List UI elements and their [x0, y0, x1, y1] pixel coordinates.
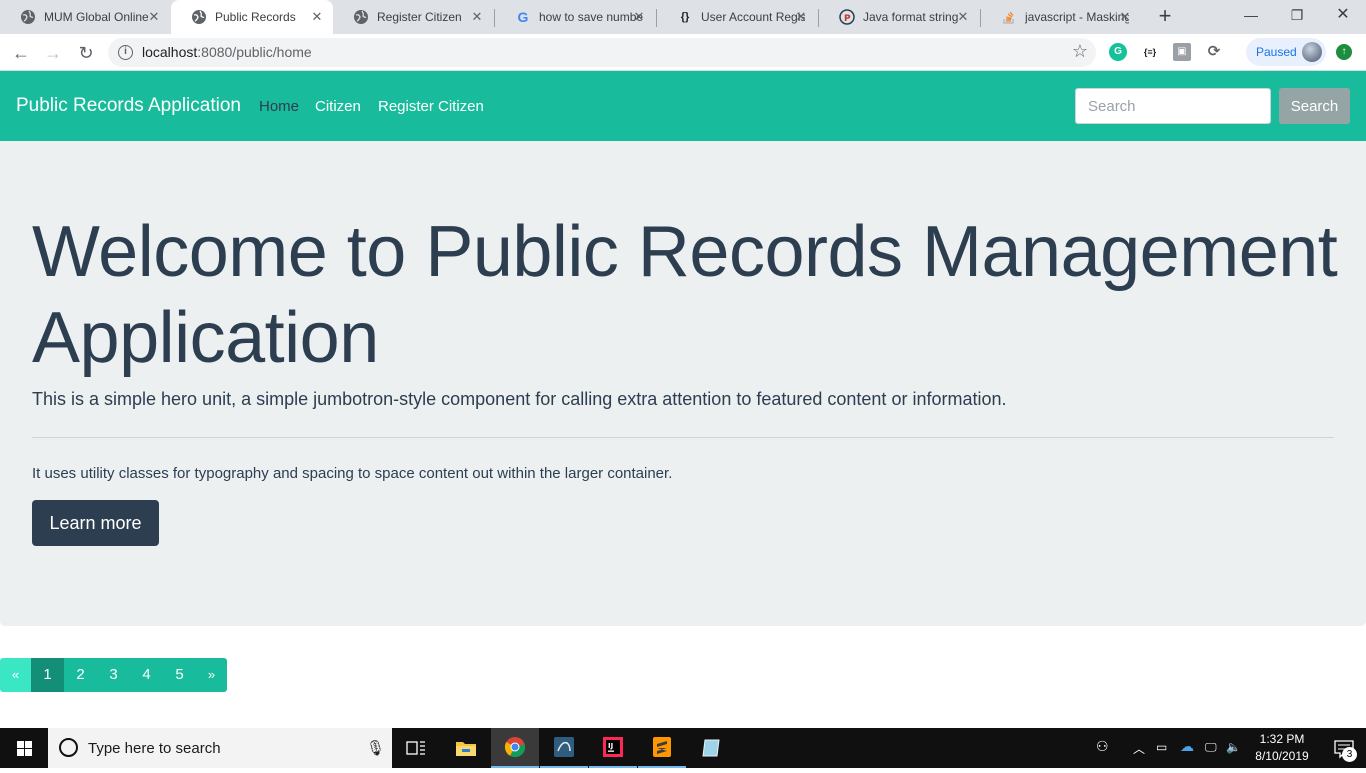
- pagination-page-5[interactable]: 5: [163, 658, 196, 692]
- paused-label: Paused: [1256, 45, 1297, 59]
- browser-tab[interactable]: Register Citizen ✕: [333, 0, 493, 34]
- forward-icon[interactable]: →: [41, 41, 65, 65]
- close-icon[interactable]: ✕: [793, 9, 809, 25]
- pagination: « 1 2 3 4 5 »: [0, 658, 227, 692]
- tab-title: how to save number: [539, 10, 643, 24]
- browser-tab-active[interactable]: Public Records ✕: [171, 0, 333, 34]
- system-clock[interactable]: 1:32 PM 8/10/2019: [1242, 731, 1322, 765]
- svg-text:P: P: [844, 14, 851, 24]
- nav-link-register-citizen[interactable]: Register Citizen: [378, 98, 484, 115]
- task-view-icon[interactable]: [392, 728, 440, 768]
- reload-icon[interactable]: ↻: [74, 41, 98, 65]
- browser-tab[interactable]: MUM Global Online ✕: [0, 0, 170, 34]
- notification-count-badge: 3: [1342, 747, 1357, 762]
- new-tab-icon[interactable]: +: [1154, 5, 1176, 27]
- google-icon: G: [517, 9, 529, 25]
- volume-icon[interactable]: 🔈: [1226, 740, 1241, 754]
- pagination-prev[interactable]: «: [0, 658, 31, 692]
- sync-extension-icon[interactable]: ⟳: [1205, 43, 1223, 61]
- people-icon[interactable]: ⚇: [1096, 738, 1109, 755]
- grammarly-icon[interactable]: G: [1109, 43, 1127, 61]
- file-explorer-icon[interactable]: [442, 728, 490, 768]
- stackoverflow-icon: [1001, 9, 1017, 25]
- info-icon[interactable]: i: [118, 45, 133, 60]
- clock-date: 8/10/2019: [1255, 749, 1309, 763]
- clock-time: 1:32 PM: [1259, 732, 1305, 746]
- back-icon[interactable]: ←: [9, 41, 33, 65]
- show-hidden-icons[interactable]: ︿: [1133, 740, 1145, 757]
- close-window-icon[interactable]: ✕: [1320, 0, 1366, 30]
- mysql-workbench-icon[interactable]: [540, 728, 588, 768]
- avatar: [1302, 42, 1322, 62]
- app-icon[interactable]: [687, 728, 735, 768]
- minimize-icon[interactable]: —: [1228, 0, 1274, 30]
- p-icon: P: [839, 9, 855, 25]
- search-button[interactable]: Search: [1279, 88, 1350, 124]
- tab-title: User Account Registration: [701, 10, 805, 24]
- intellij-icon[interactable]: IJ: [589, 728, 637, 768]
- globe-icon: [353, 9, 369, 25]
- onedrive-icon[interactable]: ☁: [1180, 738, 1194, 755]
- pagination-next[interactable]: »: [196, 658, 227, 692]
- battery-icon[interactable]: ▭: [1156, 740, 1167, 754]
- pagination-page-3[interactable]: 3: [97, 658, 130, 692]
- extension-icon[interactable]: ▣: [1173, 43, 1191, 61]
- page-title: Welcome to Public Records Management App…: [32, 212, 1338, 378]
- globe-icon: [191, 9, 207, 25]
- close-icon[interactable]: ✕: [631, 9, 647, 25]
- profile-paused-button[interactable]: Paused: [1246, 38, 1326, 66]
- braces-icon: {}: [680, 11, 690, 23]
- pagination-page-1[interactable]: 1: [31, 658, 64, 692]
- browser-tab[interactable]: {} User Account Registration ✕: [657, 0, 817, 34]
- close-icon[interactable]: ✕: [309, 9, 325, 25]
- action-center-icon[interactable]: 3: [1322, 728, 1366, 768]
- restore-icon[interactable]: ❐: [1274, 0, 1320, 30]
- tab-title: Java format string: [863, 10, 959, 24]
- pagination-page-2[interactable]: 2: [64, 658, 97, 692]
- json-extension-icon[interactable]: {≡}: [1141, 43, 1159, 61]
- navbar-brand[interactable]: Public Records Application: [16, 95, 241, 117]
- chrome-icon[interactable]: [491, 728, 539, 768]
- tab-title: javascript - Masking: [1025, 10, 1129, 24]
- svg-text:IJ: IJ: [608, 742, 613, 750]
- tab-title: Register Citizen: [377, 10, 462, 24]
- close-icon[interactable]: ✕: [1117, 9, 1133, 25]
- lead-text: This is a simple hero unit, a simple jum…: [32, 389, 1007, 409]
- learn-more-button[interactable]: Learn more: [32, 500, 159, 546]
- windows-start-icon[interactable]: [0, 728, 48, 768]
- globe-icon: [20, 9, 36, 25]
- body-text: It uses utility classes for typography a…: [32, 465, 673, 482]
- network-icon[interactable]: 🖵: [1205, 740, 1217, 755]
- taskbar-search-box[interactable]: Type here to search 🎙: [48, 728, 392, 768]
- windows-taskbar: Type here to search 🎙 IJ ⚇ ︿ ▭ ☁ 🖵 🔈 1:3…: [0, 728, 1366, 768]
- tab-title: MUM Global Online: [44, 10, 148, 24]
- nav-link-citizen[interactable]: Citizen: [315, 98, 361, 115]
- browser-toolbar: ← → ↻ i localhost:8080/public/home ☆ G {…: [0, 34, 1366, 71]
- update-arrow-icon[interactable]: ↑: [1336, 44, 1352, 60]
- close-icon[interactable]: ✕: [955, 9, 971, 25]
- nav-link-home[interactable]: Home: [259, 98, 299, 115]
- address-bar[interactable]: i localhost:8080/public/home ☆: [108, 38, 1096, 67]
- app-navbar: Public Records Application Home Citizen …: [0, 71, 1366, 141]
- url-text[interactable]: localhost:8080/public/home: [142, 44, 312, 60]
- tab-title: Public Records: [215, 10, 296, 24]
- browser-tab[interactable]: javascript - Masking ✕: [981, 0, 1141, 34]
- divider: [32, 437, 1334, 438]
- browser-tab-strip: MUM Global Online ✕ Public Records ✕ Reg…: [0, 0, 1366, 34]
- bookmark-star-icon[interactable]: ☆: [1072, 41, 1088, 62]
- close-icon[interactable]: ✕: [469, 9, 485, 25]
- microphone-icon[interactable]: 🎙: [366, 739, 385, 757]
- sublime-text-icon[interactable]: [638, 728, 686, 768]
- jumbotron: Welcome to Public Records Management App…: [0, 141, 1366, 626]
- close-icon[interactable]: ✕: [146, 9, 162, 25]
- pagination-page-4[interactable]: 4: [130, 658, 163, 692]
- cortana-icon: [59, 738, 78, 757]
- browser-tab[interactable]: P Java format string ✕: [819, 0, 979, 34]
- taskbar-search-placeholder: Type here to search: [88, 740, 221, 757]
- search-input[interactable]: [1075, 88, 1271, 124]
- browser-tab[interactable]: G how to save number ✕: [495, 0, 655, 34]
